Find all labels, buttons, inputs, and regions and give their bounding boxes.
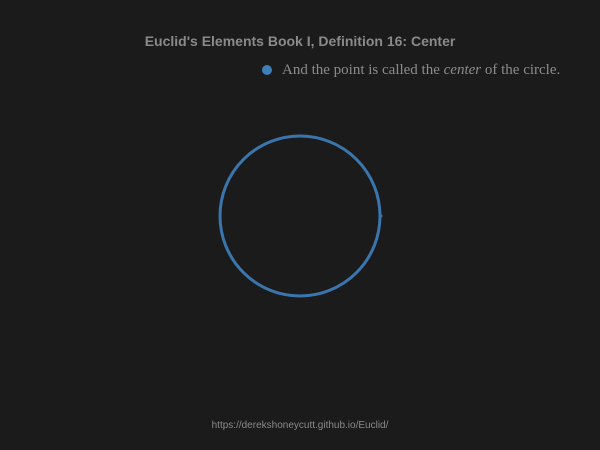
footer-url[interactable]: https://derekshoneycutt.github.io/Euclid… xyxy=(0,420,600,431)
circle-shape xyxy=(218,134,382,298)
circle-edge-tick xyxy=(379,214,383,218)
circle-figure xyxy=(218,134,383,298)
